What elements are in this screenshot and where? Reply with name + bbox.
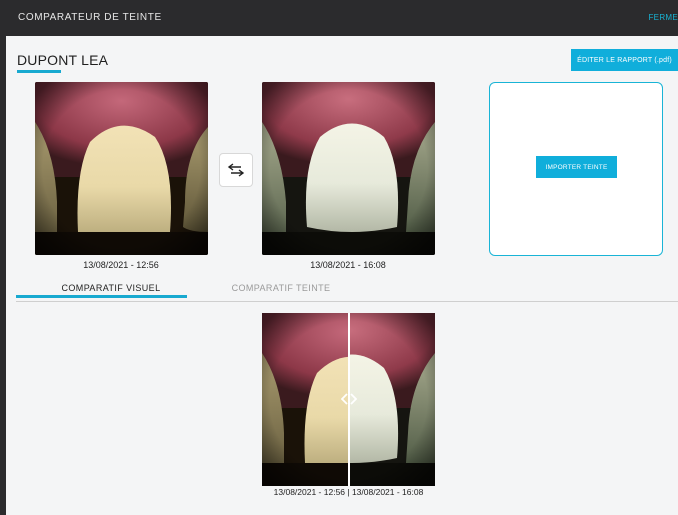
import-shade-button[interactable]: IMPORTER TEINTE <box>536 156 617 178</box>
active-tab-indicator <box>16 295 187 298</box>
patient-name: DUPONT LEA <box>17 52 109 68</box>
comparison-caption: 13/08/2021 - 12:56 | 13/08/2021 - 16:08 <box>273 487 424 497</box>
photo-after-date: 13/08/2021 - 16:08 <box>310 260 386 270</box>
close-button[interactable]: FERME <box>649 13 678 22</box>
swap-arrows-icon <box>227 163 245 177</box>
swap-photos-button[interactable] <box>219 153 253 187</box>
patient-name-underline <box>17 70 61 73</box>
tooth-photo-before <box>35 82 208 255</box>
tab-shade-comparison[interactable]: COMPARATIF TEINTE <box>196 283 366 293</box>
tab-visual-comparison[interactable]: COMPARATIF VISUEL <box>26 283 196 293</box>
app-title: COMPARATEUR DE TEINTE <box>18 12 162 23</box>
photo-before[interactable] <box>35 82 208 255</box>
photo-after[interactable] <box>262 82 435 255</box>
main-content: DUPONT LEA ÉDITER LE RAPPORT (.pdf) 13/0… <box>6 36 678 515</box>
photo-before-date: 13/08/2021 - 12:56 <box>83 260 159 270</box>
import-shade-panel[interactable]: IMPORTER TEINTE <box>489 82 663 256</box>
comparison-viewer[interactable] <box>262 313 435 486</box>
edit-report-button[interactable]: ÉDITER LE RAPPORT (.pdf) <box>571 49 678 71</box>
compare-slider-handle-icon[interactable] <box>341 393 357 405</box>
tooth-photo-after <box>262 82 435 255</box>
title-bar: COMPARATEUR DE TEINTE FERME <box>0 0 678 36</box>
comparison-tabs: COMPARATIF VISUEL COMPARATIF TEINTE <box>16 279 678 302</box>
